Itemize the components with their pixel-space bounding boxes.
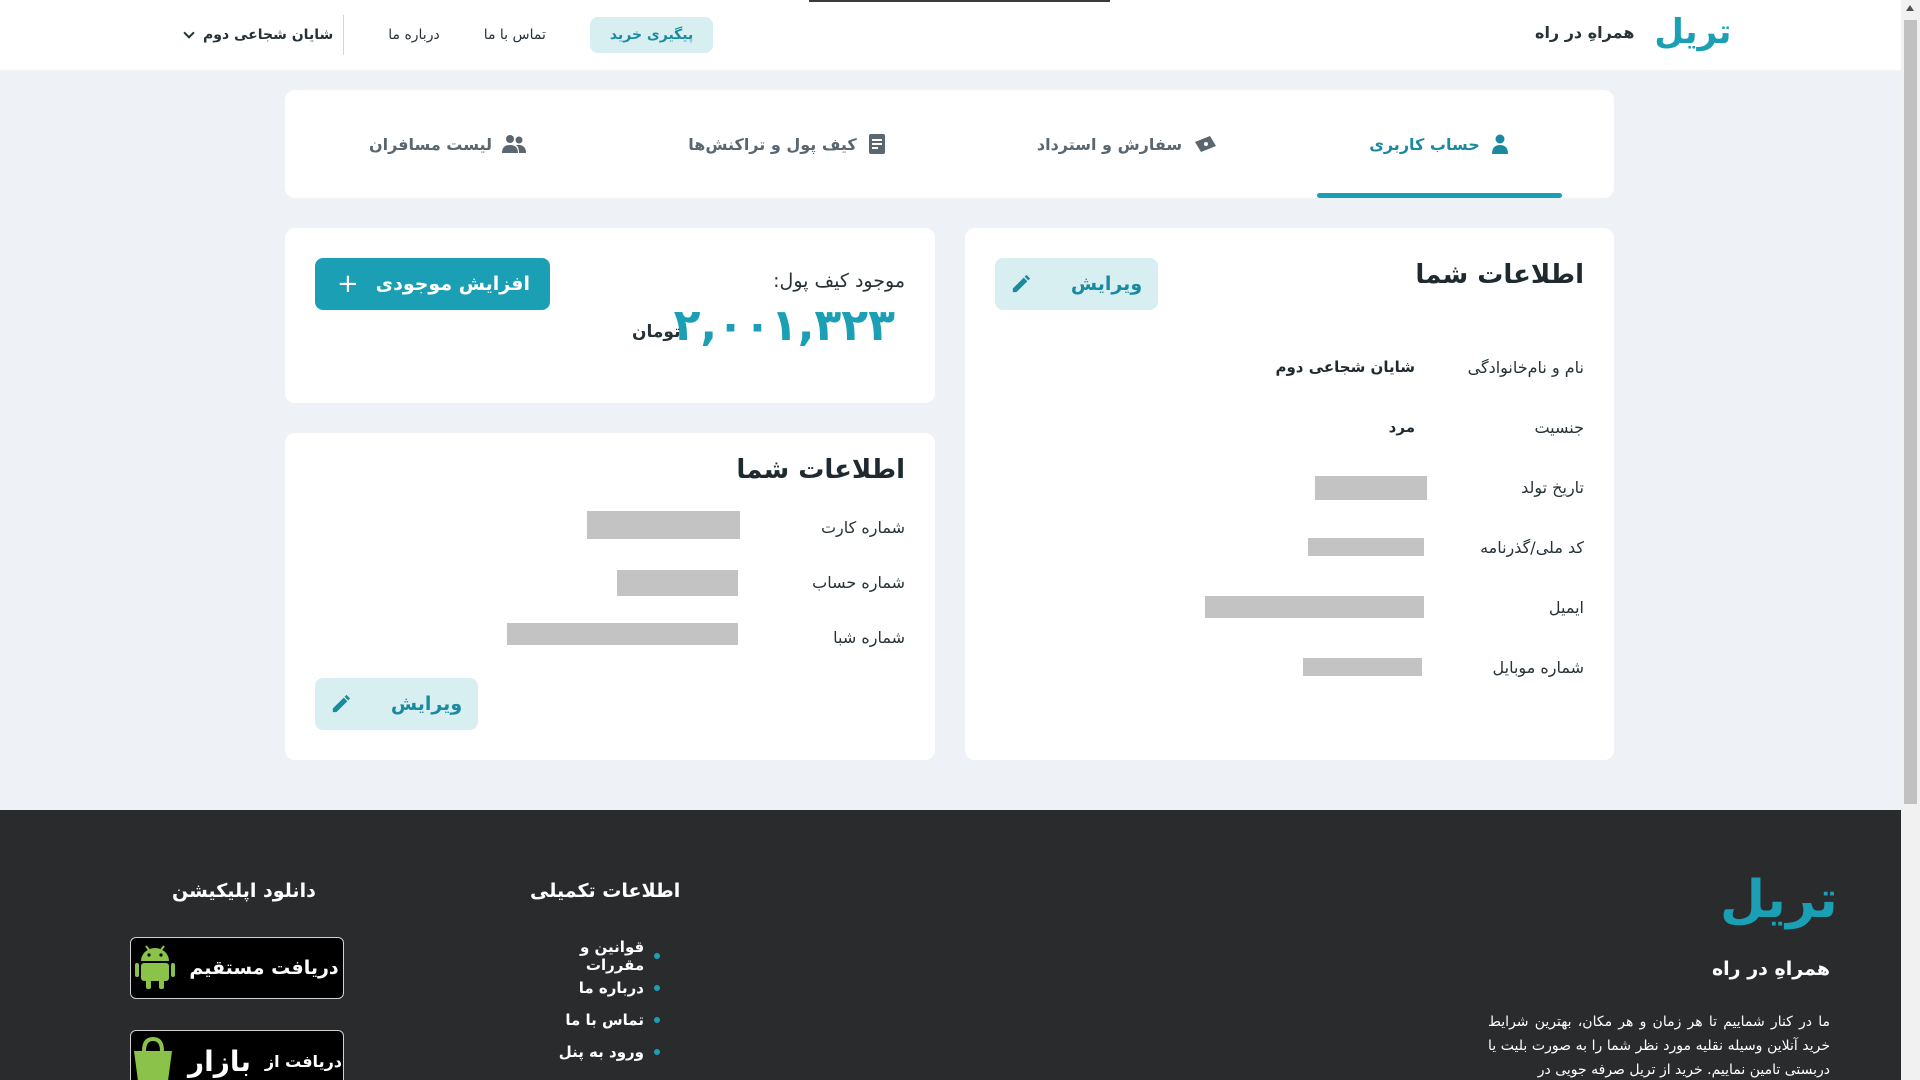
bazaar-bag-icon [132,1036,174,1080]
email-label: ایمیل [1548,598,1584,617]
footer-description: ما در کنار شماییم تا هر زمان و هر مکان، … [1488,1014,1830,1078]
user-menu[interactable]: شایان شجاعی دوم [183,27,334,43]
wallet-balance-amount: ۲,۰۰۱,۳۲۳ [673,300,895,351]
add-balance-button[interactable]: افزایش موجودی + [315,258,550,310]
scroll-up-arrow-icon[interactable] [1906,5,1914,11]
user-icon [1490,134,1510,154]
tab-account-label: حساب کاربری [1369,134,1480,154]
brand-tagline: همراهِ در راه [1535,22,1635,42]
bank-info-title: اطلاعات شما [736,455,905,485]
card-number-redacted [587,511,740,539]
profile-card: اطلاعات شما ویرایش نام و نام‌خانوادگی شا… [965,228,1614,760]
bank-edit-label: ویرایش [390,693,463,715]
pencil-icon [1011,274,1031,294]
footer-logo[interactable]: تریل [1720,870,1838,930]
mobile-redacted [1303,658,1422,676]
full-name-label: نام و نام‌خانوادگی [1467,358,1584,377]
bullet-icon [654,953,660,959]
account-number-label: شماره حساب [812,573,905,592]
birth-date-redacted [1315,476,1427,500]
add-balance-label: افزایش موجودی [375,273,530,295]
profile-edit-label: ویرایش [1070,273,1143,295]
chevron-down-icon [183,27,195,39]
tab-wallet-label: کیف پول و تراکنش‌ها [688,134,857,154]
direct-download-button[interactable]: دریافت مستقیم [130,937,344,999]
page-scrollbar[interactable] [1901,0,1920,1080]
account-tabs: حساب کاربری سفارش و استرداد کیف پول و تر… [285,90,1614,198]
footer-link-about-label: درباره ما [578,979,644,997]
national-id-label: کد ملی/گذرنامه [1480,538,1584,557]
footer-tagline: همراهِ در راه [1711,958,1830,980]
iban-label: شماره شبا [833,628,905,647]
direct-download-label: دریافت مستقیم [189,957,339,979]
android-icon [135,943,176,994]
footer-link-terms[interactable]: قوانین و مقررات [520,938,660,974]
contact-link[interactable]: تماس با ما [484,27,546,43]
mobile-label: شماره موبایل [1492,658,1584,677]
active-tab-indicator [1317,193,1562,198]
footer-link-login[interactable]: ورود به پنل [520,1036,660,1068]
email-redacted [1205,596,1424,618]
footer-link-login-label: ورود به پنل [558,1043,644,1061]
footer-link-about[interactable]: درباره ما [520,972,660,1004]
national-id-redacted [1308,538,1424,556]
footer-link-contact[interactable]: تماس با ما [520,1004,660,1036]
footer-links: قوانین و مقررات درباره ما تماس با ما ورو… [520,938,660,1068]
scroll-thumb[interactable] [1904,20,1917,804]
top-header: تریل همراهِ در راه پیگیری خرید تماس با م… [0,0,1901,70]
gender-label: جنسیت [1534,418,1584,437]
pencil-icon [331,694,351,714]
footer-info-heading: اطلاعات تکمیلی [530,880,681,902]
tab-wallet[interactable]: کیف پول و تراکنش‌ها [665,90,910,198]
ticket-icon [1192,134,1218,154]
tab-orders[interactable]: سفارش و استرداد [1005,90,1250,198]
tab-orders-label: سفارش و استرداد [1036,134,1183,154]
brand-logo[interactable]: تریل [1654,12,1731,52]
footer-link-terms-label: قوانین و مقررات [580,938,645,974]
wallet-currency: تومان [632,322,681,342]
wallet-card: موجود کیف پول: ۲,۰۰۱,۳۲۳ تومان افزایش مو… [285,228,935,403]
nav-divider [343,15,345,55]
bullet-icon [654,985,660,991]
plus-icon: + [337,269,359,299]
birth-date-label: تاریخ تولد [1521,478,1584,497]
footer-download-heading: دانلود اپلیکیشن [172,880,316,902]
users-icon [502,134,527,154]
profile-edit-button[interactable]: ویرایش [995,258,1158,310]
user-name: شایان شجاعی دوم [203,27,334,43]
top-nav: پیگیری خرید تماس با ما درباره ما شایان ش… [183,15,714,55]
brand[interactable]: تریل همراهِ در راه [1535,12,1731,52]
bazaar-name-label: بازار [188,1044,251,1078]
track-purchase-button[interactable]: پیگیری خرید [589,17,714,53]
bazaar-download-button[interactable]: دریافت از بازار [130,1030,344,1080]
bullet-icon [654,1049,660,1055]
profile-title: اطلاعات شما [1415,260,1584,290]
bank-edit-button[interactable]: ویرایش [315,678,478,730]
iban-redacted [507,623,738,645]
receipt-icon [867,134,887,154]
account-number-redacted [617,570,738,596]
card-number-label: شماره کارت [820,518,905,537]
about-link[interactable]: درباره ما [388,27,439,43]
top-loading-line [809,0,1110,2]
footer-link-contact-label: تماس با ما [565,1011,644,1029]
gender-value: مرد [1388,418,1415,436]
site-footer: تریل همراهِ در راه ما در کنار شماییم تا … [0,810,1901,1080]
tab-passengers-label: لیست مسافران [368,134,493,154]
bullet-icon [654,1017,660,1023]
tab-passengers[interactable]: لیست مسافران [325,90,570,198]
bank-info-card: اطلاعات شما شماره کارت شماره حساب شماره … [285,433,935,760]
tab-account[interactable]: حساب کاربری [1317,90,1562,198]
full-name-value: شایان شجاعی دوم [1275,358,1415,376]
bazaar-prefix-label: دریافت از [264,1051,342,1071]
wallet-balance-label: موجود کیف پول: [773,270,905,292]
